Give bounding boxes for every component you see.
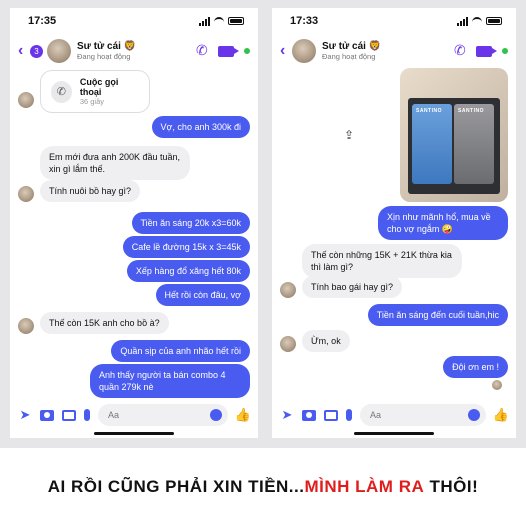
- video-call-icon[interactable]: [218, 45, 239, 57]
- message-bubble[interactable]: Xếp hàng đổ xăng hết 80k: [126, 260, 250, 282]
- list-item: Anh thấy người ta bán combo 4 quần 279k …: [10, 364, 258, 398]
- contact-avatar[interactable]: [292, 39, 316, 63]
- message-list: SANTINO SANTINO ⇪ Xịn như mãnh hổ, mua v…: [272, 68, 516, 398]
- caption-banner: AI RỒI CŨNG PHẢI XIN TIỀN... MÌNH LÀM RA…: [0, 448, 526, 526]
- phone-call-icon[interactable]: [454, 43, 468, 58]
- photo-brand: SANTINO: [458, 108, 484, 114]
- status-bar: 17:35: [10, 8, 258, 34]
- message-composer: ➤ Aa 👍: [272, 402, 516, 428]
- list-item: Đội ơn em !: [272, 356, 516, 378]
- battery-icon: [486, 17, 502, 25]
- camera-icon[interactable]: [40, 409, 54, 421]
- photo-brand: SANTINO: [416, 108, 442, 114]
- list-item: Tiền ăn sáng 20k x3=60k: [10, 212, 258, 234]
- list-item: Tiền ăn sáng đến cuối tuần,hic: [272, 304, 516, 326]
- message-bubble[interactable]: Quần sịp của anh nhão hết rồi: [111, 340, 250, 362]
- share-icon[interactable]: ⇪: [344, 128, 354, 142]
- avatar: [18, 186, 34, 202]
- avatar: [280, 336, 296, 352]
- contact-name[interactable]: Sư tử cái 🦁: [322, 41, 454, 52]
- signal-icon: [199, 16, 210, 26]
- list-item: Xếp hàng đổ xăng hết 80k: [10, 260, 258, 282]
- seen-avatar: [492, 380, 502, 390]
- message-bubble[interactable]: Vợ, cho anh 300k đi: [151, 116, 250, 138]
- location-arrow-icon[interactable]: ➤: [280, 407, 294, 422]
- wifi-icon: [214, 17, 224, 25]
- chat-screen-left: 17:35 ‹ 3 Sư tử cái 🦁 Đang hoạt động ✆ C…: [10, 8, 258, 438]
- wifi-icon: [472, 17, 482, 25]
- message-bubble[interactable]: Tiền ăn sáng 20k x3=60k: [131, 212, 250, 234]
- message-composer: ➤ Aa 👍: [10, 402, 258, 428]
- message-bubble[interactable]: Tính bao gái hay gì?: [302, 276, 403, 298]
- list-item: Vợ, cho anh 300k đi: [10, 116, 258, 138]
- caption-part2: MÌNH LÀM RA: [304, 477, 425, 496]
- thumbs-up-icon[interactable]: 👍: [493, 407, 509, 422]
- list-item: Thế còn những 15K + 21K thừa kia thì làm…: [272, 244, 516, 278]
- list-item: Ừm, ok: [272, 330, 516, 352]
- chat-screen-right: 17:33 ‹ Sư tử cái 🦁 Đang hoạt động SANTI…: [272, 8, 516, 438]
- message-bubble[interactable]: Anh thấy người ta bán combo 4 quần 279k …: [90, 364, 250, 398]
- list-item: Thế còn 15K anh cho bồ à?: [10, 312, 258, 334]
- message-input[interactable]: Aa: [360, 404, 486, 426]
- list-item: Xịn như mãnh hổ, mua về cho vợ ngắm 🤪: [272, 206, 516, 240]
- phone-call-icon[interactable]: [196, 43, 210, 58]
- contact-status: Đang hoạt động: [322, 52, 376, 61]
- online-indicator: [502, 48, 508, 54]
- list-item: Hết rồi còn đâu, vợ: [10, 284, 258, 306]
- back-icon[interactable]: ‹: [280, 42, 292, 60]
- emoji-icon[interactable]: [210, 409, 222, 421]
- message-bubble[interactable]: Hết rồi còn đâu, vợ: [155, 284, 250, 306]
- product-photo[interactable]: SANTINO SANTINO: [400, 68, 508, 202]
- message-bubble[interactable]: Thế còn 15K anh cho bồ à?: [40, 312, 169, 334]
- contact-name[interactable]: Sư tử cái 🦁: [77, 41, 196, 52]
- message-bubble[interactable]: Đội ơn em !: [443, 356, 508, 378]
- avatar: [18, 318, 34, 334]
- video-call-icon[interactable]: [476, 45, 497, 57]
- list-item: Tính nuôi bồ hay gì?: [10, 180, 258, 202]
- status-bar: 17:33: [272, 8, 516, 34]
- message-bubble[interactable]: Thế còn những 15K + 21K thừa kia thì làm…: [302, 244, 462, 278]
- chat-header: ‹ Sư tử cái 🦁 Đang hoạt động: [272, 34, 516, 68]
- message-bubble[interactable]: Tính nuôi bồ hay gì?: [40, 180, 141, 202]
- emoji-icon[interactable]: [468, 409, 480, 421]
- avatar: [280, 282, 296, 298]
- camera-icon[interactable]: [302, 409, 316, 421]
- list-item: Tính bao gái hay gì?: [272, 276, 516, 298]
- message-input[interactable]: Aa: [98, 404, 228, 426]
- avatar: [18, 92, 34, 108]
- list-item: Em mới đưa anh 200K đầu tuần, xin gì lắm…: [10, 146, 258, 180]
- location-arrow-icon[interactable]: ➤: [18, 407, 32, 422]
- caption-part3: THÔI!: [424, 477, 479, 496]
- microphone-icon[interactable]: [84, 409, 90, 421]
- message-list: ✆ Cuộc gọi thoại 36 giây Vợ, cho anh 300…: [10, 68, 258, 398]
- contact-status: Đang hoạt động: [77, 52, 131, 61]
- thumbs-up-icon[interactable]: 👍: [235, 407, 251, 422]
- message-bubble[interactable]: Tiền ăn sáng đến cuối tuần,hic: [367, 304, 508, 326]
- signal-icon: [457, 16, 468, 26]
- chat-header: ‹ 3 Sư tử cái 🦁 Đang hoạt động: [10, 34, 258, 68]
- status-time: 17:33: [290, 15, 319, 27]
- message-bubble[interactable]: Em mới đưa anh 200K đầu tuần, xin gì lắm…: [40, 146, 190, 180]
- message-bubble[interactable]: Ừm, ok: [302, 330, 350, 352]
- list-item: Cafe lề đường 15k x 3=45k: [10, 236, 258, 258]
- microphone-icon[interactable]: [346, 409, 352, 421]
- message-bubble[interactable]: Xịn như mãnh hổ, mua về cho vợ ngắm 🤪: [378, 206, 508, 240]
- status-time: 17:35: [28, 15, 57, 27]
- online-indicator: [244, 48, 250, 54]
- home-indicator: [354, 432, 434, 435]
- image-icon[interactable]: [62, 409, 76, 421]
- caption-part1: AI RỒI CŨNG PHẢI XIN TIỀN...: [47, 477, 305, 496]
- message-bubble[interactable]: Cafe lề đường 15k x 3=45k: [122, 236, 250, 258]
- unread-badge: 3: [30, 44, 43, 58]
- image-icon[interactable]: [324, 409, 338, 421]
- list-item: Quần sịp của anh nhão hết rồi: [10, 340, 258, 362]
- battery-icon: [228, 17, 244, 25]
- back-icon[interactable]: ‹: [18, 42, 30, 60]
- contact-avatar[interactable]: [47, 39, 71, 63]
- list-item: SANTINO SANTINO: [272, 68, 516, 202]
- home-indicator: [94, 432, 174, 435]
